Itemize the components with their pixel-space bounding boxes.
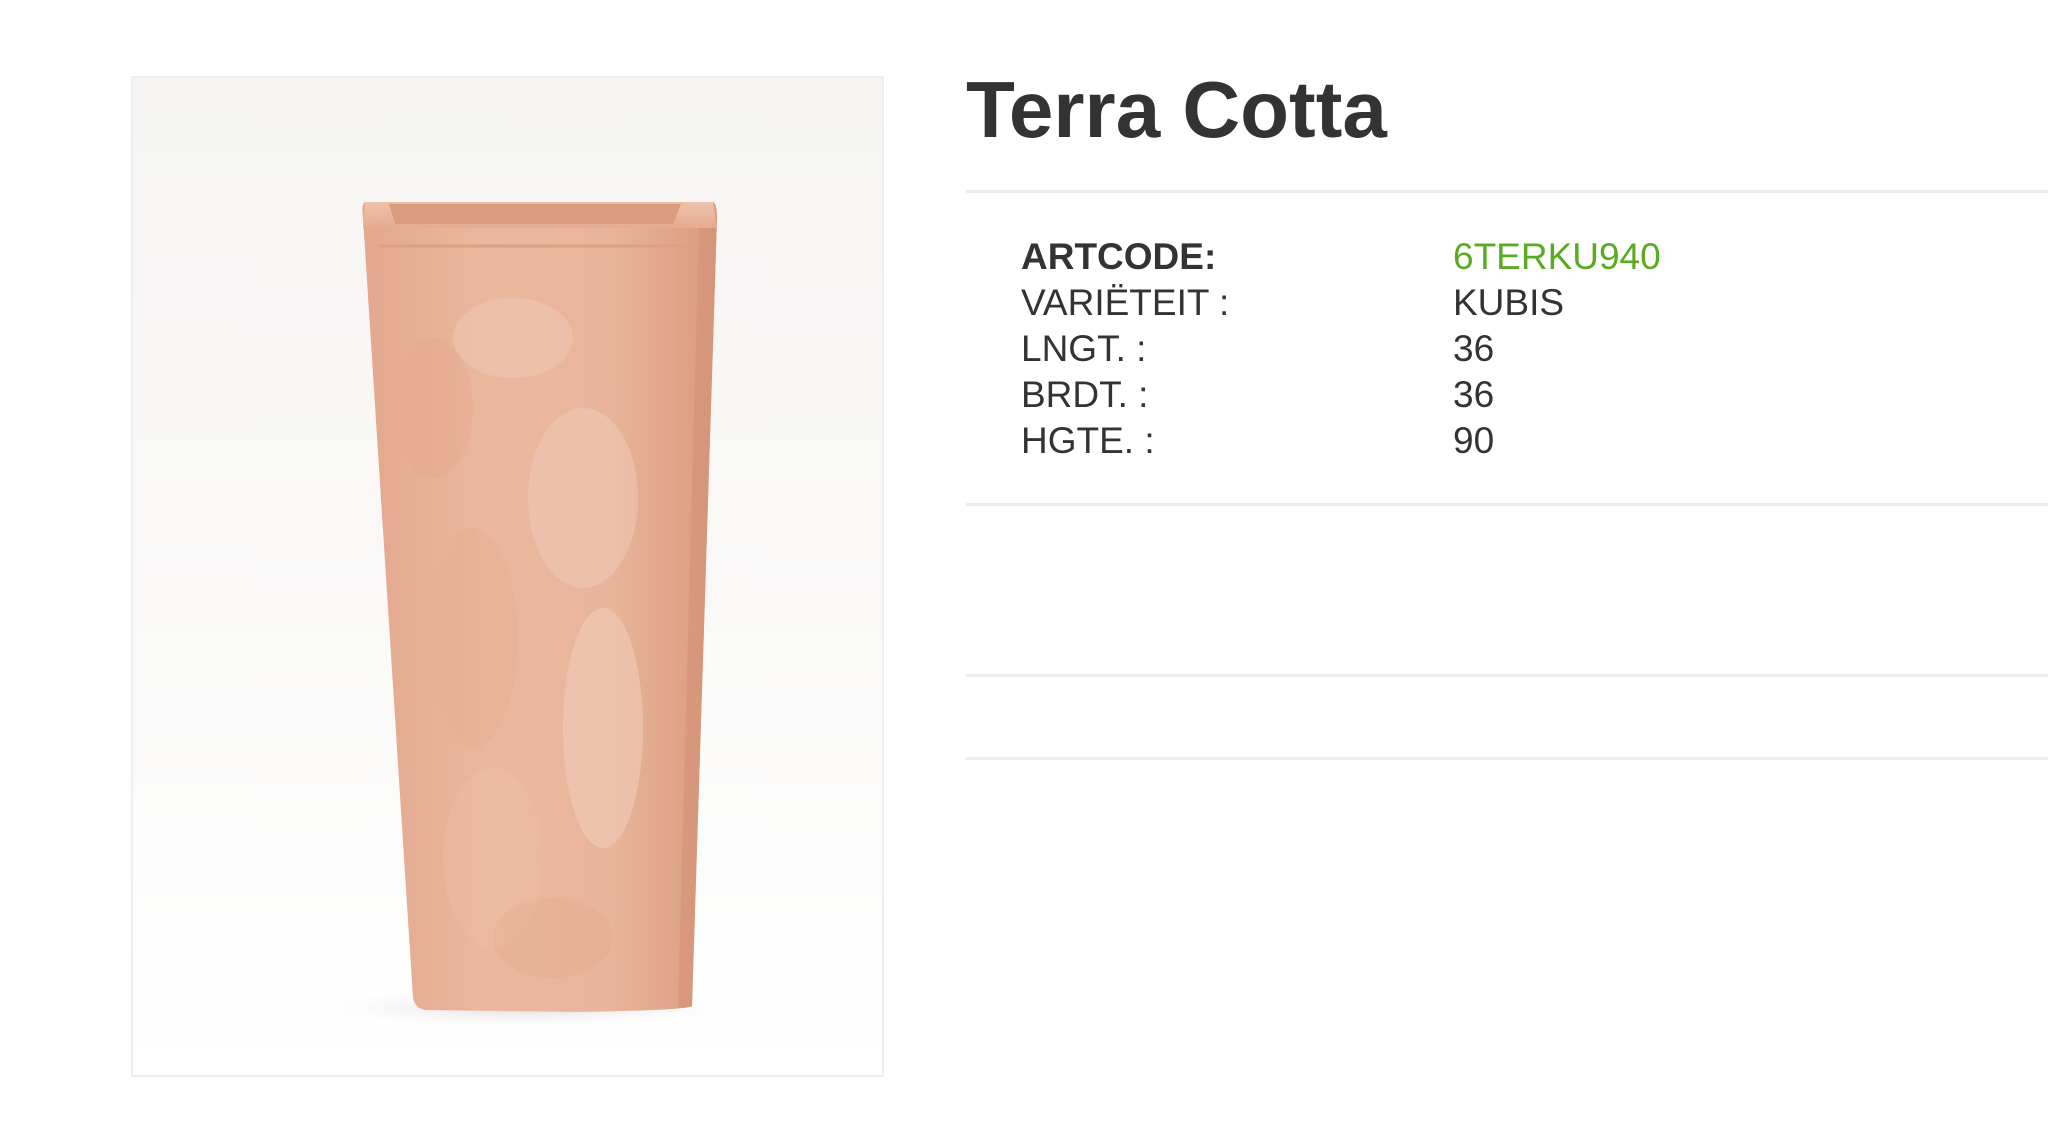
product-page: Terra Cotta ARTCODE: 6TERKU940 VARIËTEIT… — [0, 0, 2048, 1129]
spec-row-height: HGTE. : 90 — [1021, 418, 1661, 464]
divider — [966, 190, 2048, 193]
spec-value-artcode: 6TERKU940 — [1453, 236, 1661, 277]
divider — [966, 503, 2048, 506]
terracotta-pot-image — [293, 202, 753, 1030]
spec-value: KUBIS — [1453, 282, 1565, 323]
spec-value: 36 — [1453, 328, 1495, 369]
spec-label: VARIËTEIT : — [1021, 282, 1230, 323]
spec-label: HGTE. : — [1021, 420, 1155, 461]
spec-row-length: LNGT. : 36 — [1021, 326, 1661, 372]
spec-value: 90 — [1453, 420, 1495, 461]
spec-label: LNGT. : — [1021, 328, 1147, 369]
divider — [966, 674, 2048, 677]
spec-row-width: BRDT. : 36 — [1021, 372, 1661, 418]
spec-row-variety: VARIËTEIT : KUBIS — [1021, 280, 1661, 326]
spec-label: BRDT. : — [1021, 374, 1149, 415]
spec-label: ARTCODE: — [1021, 236, 1217, 277]
spec-row-artcode: ARTCODE: 6TERKU940 — [1021, 234, 1661, 280]
spec-value: 36 — [1453, 374, 1495, 415]
spec-table: ARTCODE: 6TERKU940 VARIËTEIT : KUBIS LNG… — [1021, 234, 1661, 464]
product-image — [131, 76, 884, 1077]
divider — [966, 757, 2048, 760]
product-title: Terra Cotta — [966, 65, 1387, 154]
